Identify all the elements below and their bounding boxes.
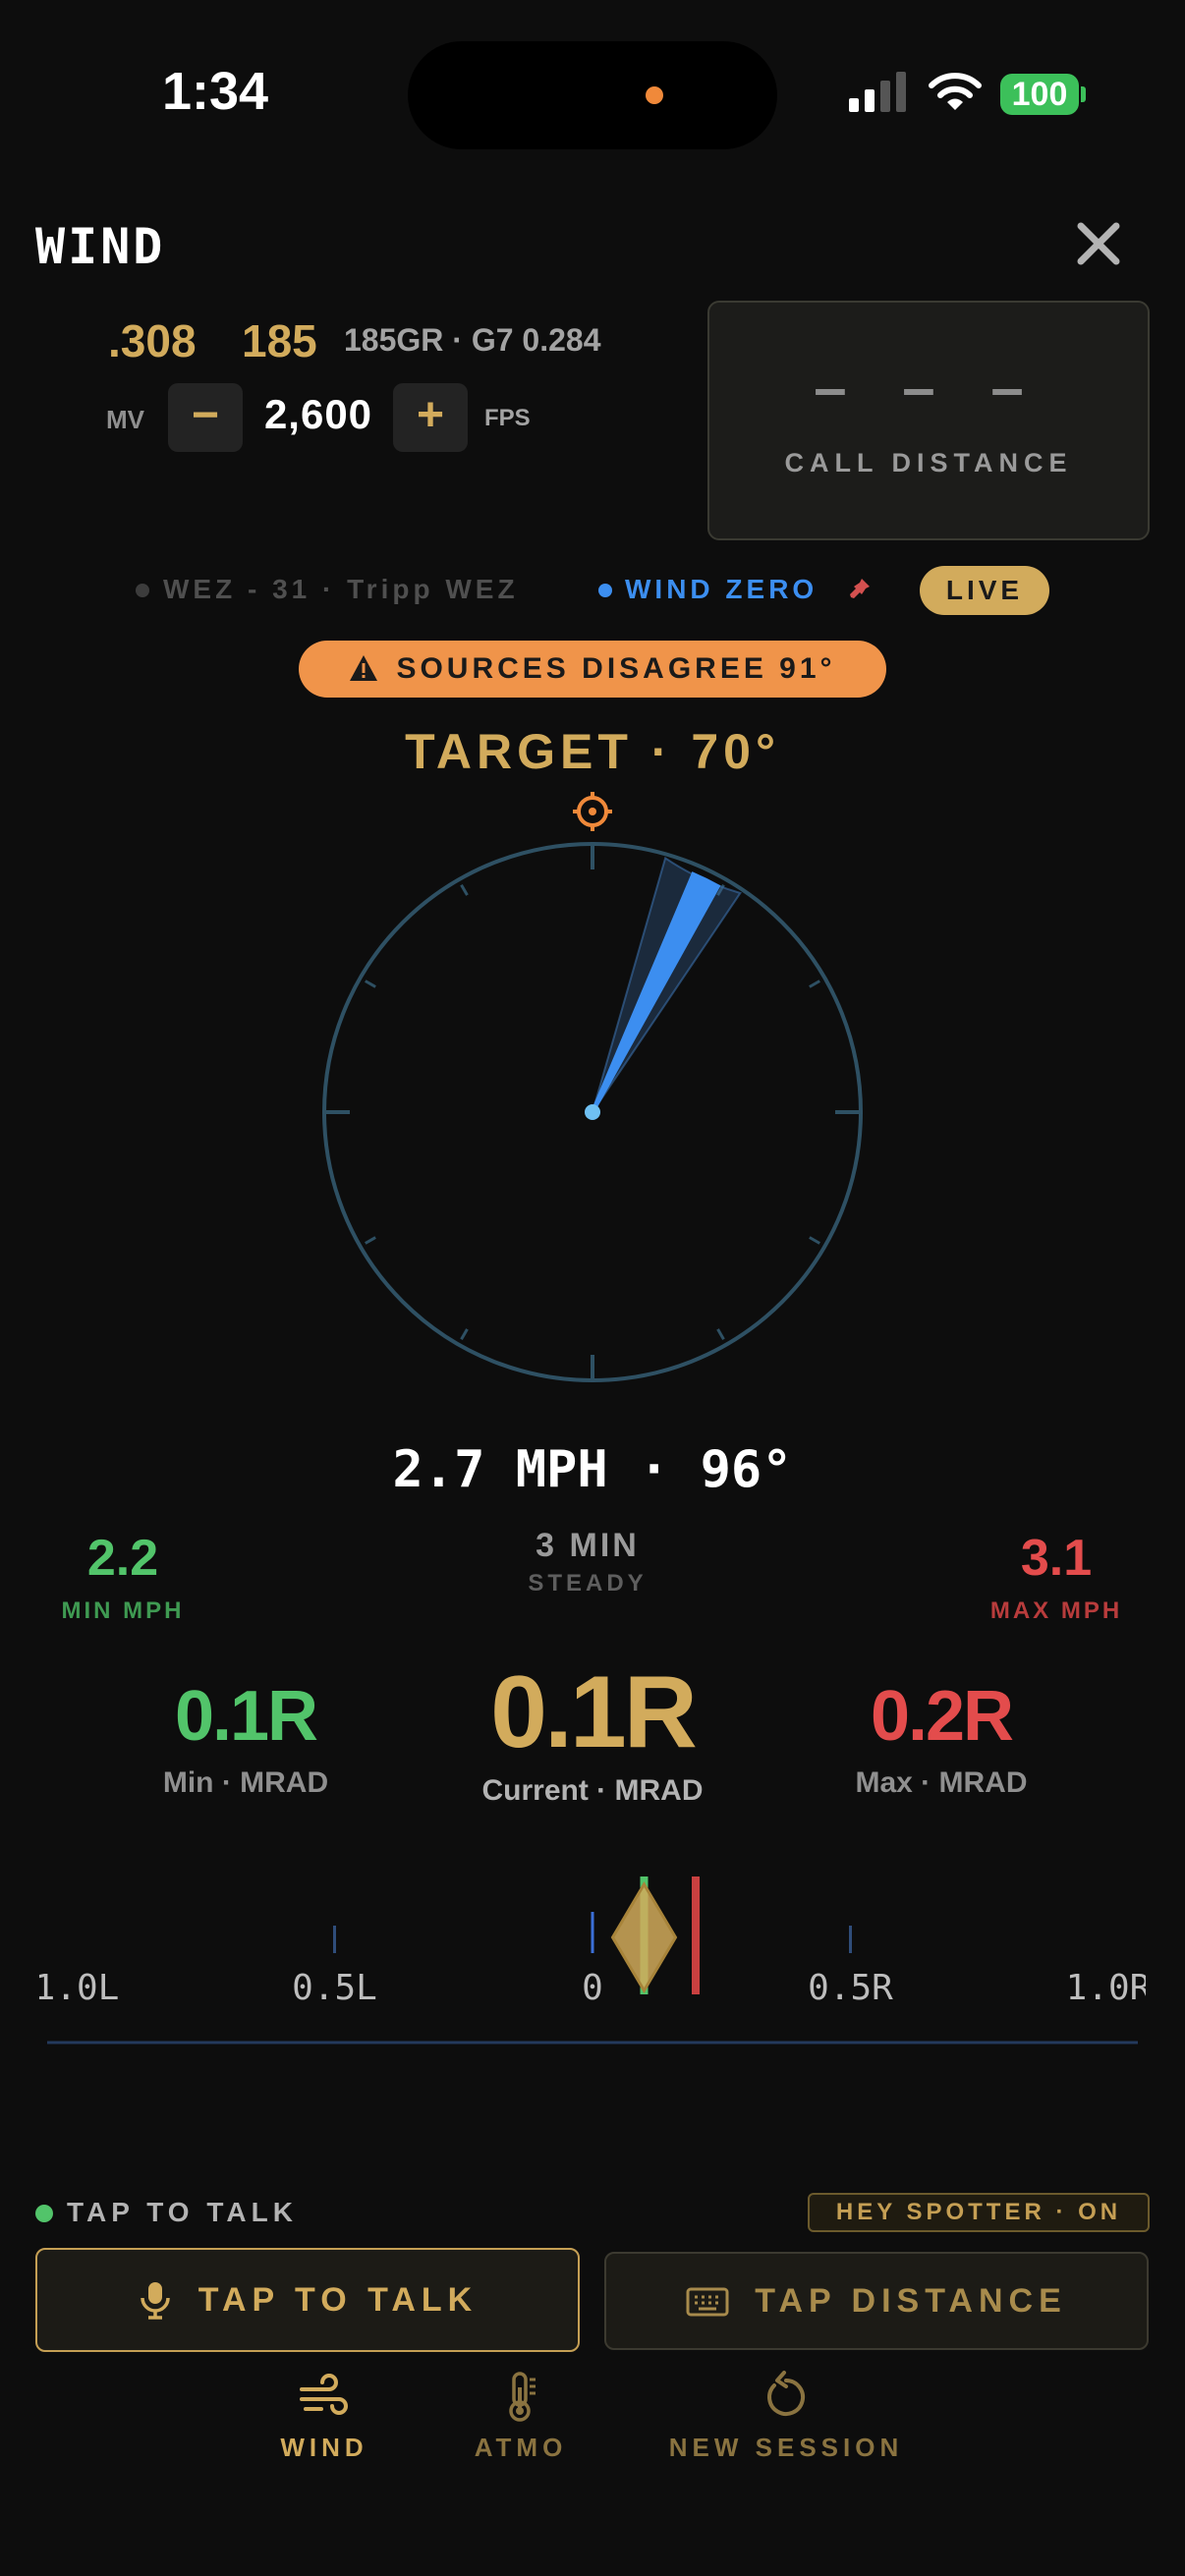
- microphone-icon: [141, 2282, 170, 2320]
- tab-atmo-label: ATMO: [474, 2433, 568, 2462]
- sources-disagree-alert: SOURCES DISAGREE 91°: [299, 641, 886, 698]
- hold-scale: 1.0L 0.5L 0 0.5R 1.0R: [39, 1876, 1146, 2044]
- cellular-signal-icon: [849, 72, 906, 112]
- battery-nub: [1081, 86, 1086, 102]
- alert-text: SOURCES DISAGREE 91°: [396, 652, 836, 685]
- compass-tick: [460, 884, 469, 896]
- compass-tick: [460, 1328, 469, 1340]
- compass-tick: [809, 1236, 820, 1245]
- warning-icon: [350, 655, 378, 681]
- tap-to-talk-label: TAP TO TALK: [198, 2280, 479, 2319]
- camera-indicator-icon: [646, 86, 663, 104]
- scale-tick-label: 1.0R: [1066, 1968, 1146, 2008]
- tap-to-talk-button[interactable]: TAP TO TALK: [35, 2248, 580, 2352]
- hold-min-label: Min · MRAD: [162, 1766, 329, 1799]
- pin-icon[interactable]: [845, 576, 873, 603]
- close-icon[interactable]: [1071, 216, 1126, 271]
- wind-zero-status-dot: [598, 584, 612, 597]
- wez-status-dot: [136, 584, 149, 597]
- call-distance-label: CALL DISTANCE: [784, 448, 1073, 477]
- hold-max-value: 0.2R: [870, 1677, 1014, 1756]
- duration-label: STEADY: [528, 1570, 648, 1596]
- live-badge[interactable]: LIVE: [920, 566, 1049, 615]
- min-mph-label: MIN MPH: [61, 1597, 185, 1624]
- mv-label: MV: [106, 405, 144, 434]
- compass-tick: [716, 1328, 725, 1340]
- call-distance-value: – – –: [814, 355, 1044, 420]
- keyboard-icon: [686, 2287, 729, 2317]
- hold-min-value: 0.1R: [174, 1677, 318, 1756]
- wifi-icon: [929, 73, 982, 110]
- bullet-description: 185GR · G7 0.284: [344, 322, 601, 358]
- compass-tick: [809, 980, 820, 988]
- page-title: WIND: [35, 218, 166, 275]
- tab-atmo[interactable]: ATMO: [403, 2370, 639, 2463]
- wind-speed-direction: 2.7 MPH · 96°: [392, 1440, 793, 1499]
- scale-tick-label: 0: [582, 1968, 603, 2008]
- compass-center: [585, 1104, 600, 1120]
- thermometer-icon: [509, 2372, 536, 2422]
- reset-icon: [767, 2371, 806, 2416]
- source-wind-zero[interactable]: WIND ZERO: [625, 574, 818, 605]
- load-weight: 185: [242, 315, 317, 366]
- hold-current-label: Current · MRAD: [481, 1774, 704, 1807]
- min-mph-value: 2.2: [86, 1530, 159, 1587]
- tab-new-session-label: NEW SESSION: [668, 2433, 904, 2462]
- load-caliber: .308: [108, 315, 197, 366]
- hold-current-value: 0.1R: [490, 1655, 698, 1769]
- hey-spotter-toggle[interactable]: HEY SPOTTER · ON: [808, 2193, 1150, 2232]
- duration-value: 3 MIN: [536, 1527, 640, 1564]
- listening-status-dot: [35, 2205, 53, 2222]
- tap-distance-button[interactable]: TAP DISTANCE: [604, 2252, 1149, 2350]
- target-bearing: TARGET · 70°: [405, 724, 780, 779]
- scale-tick-label: 0.5R: [808, 1968, 893, 2008]
- mv-unit: FPS: [484, 405, 531, 431]
- mv-increment-button[interactable]: +: [393, 383, 468, 452]
- mv-value: 2,600: [263, 391, 373, 437]
- tap-distance-label: TAP DISTANCE: [755, 2281, 1067, 2320]
- tab-new-session[interactable]: NEW SESSION: [649, 2370, 924, 2463]
- max-mph-value: 3.1: [1020, 1530, 1093, 1587]
- scale-tick-label: 0.5L: [292, 1968, 377, 2008]
- compass-tick: [365, 980, 376, 988]
- scale-current-marker: [610, 1881, 678, 1993]
- status-time: 1:34: [162, 62, 269, 121]
- target-crosshair-icon: [573, 792, 612, 831]
- scale-tick-label: 1.0L: [39, 1968, 119, 2008]
- wind-icon: [300, 2374, 348, 2415]
- dynamic-island: [408, 41, 777, 149]
- hold-max-label: Max · MRAD: [855, 1766, 1028, 1799]
- battery-icon: 100: [1000, 74, 1079, 115]
- source-wez[interactable]: WEZ - 31 · Tripp WEZ: [163, 574, 519, 605]
- wind-compass[interactable]: [314, 786, 871, 1395]
- mv-decrement-button[interactable]: −: [168, 383, 243, 452]
- voice-status: TAP TO TALK: [67, 2197, 298, 2227]
- compass-tick: [365, 1236, 376, 1245]
- max-mph-label: MAX MPH: [989, 1597, 1123, 1624]
